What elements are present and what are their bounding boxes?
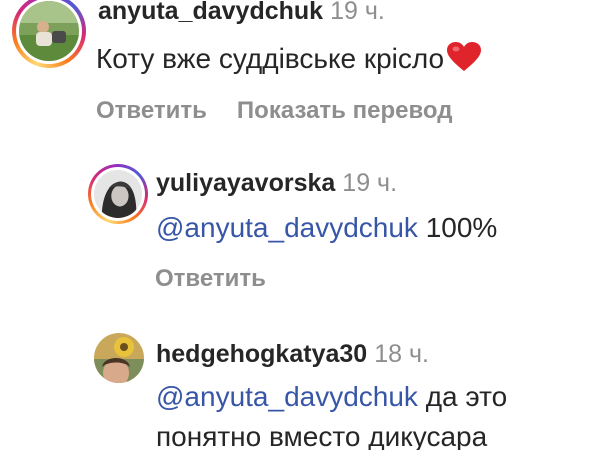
timestamp: 19 ч.: [330, 0, 385, 25]
comment-header: anyuta_davydchuk 19 ч.: [98, 0, 385, 26]
show-translation-button[interactable]: Показать перевод: [237, 97, 453, 124]
timestamp: 18 ч.: [374, 340, 429, 368]
avatar[interactable]: [88, 164, 148, 224]
comment-actions: Ответить Показать перевод: [96, 96, 452, 126]
comment-body: Коту вже суддівське крісло: [96, 43, 445, 74]
username[interactable]: anyuta_davydchuk: [98, 0, 323, 25]
mention-link[interactable]: @anyuta_davydchuk: [156, 381, 418, 412]
comment-header: hedgehogkatya30 18 ч.: [156, 339, 429, 369]
profile-photo: [94, 333, 144, 383]
timestamp: 19 ч.: [342, 169, 398, 197]
avatar[interactable]: [12, 0, 86, 68]
comment-text: @anyuta_davydchuk да это: [156, 380, 507, 414]
reply-button[interactable]: Ответить: [96, 97, 207, 124]
comment-text-line2: понятно вместо дикусара: [156, 420, 487, 450]
heart-emoji-icon: [447, 42, 482, 71]
reply-button[interactable]: Ответить: [155, 265, 266, 292]
profile-photo: [19, 1, 79, 61]
comment-text: Коту вже суддівське крісло: [96, 42, 482, 76]
avatar[interactable]: [94, 333, 144, 383]
comment-body: 100%: [425, 212, 498, 243]
comment-actions: Ответить: [155, 264, 266, 294]
comment-header: yuliyayavorska 19 ч.: [156, 168, 397, 198]
comments-screen: anyuta_davydchuk 19 ч. Коту вже суддівськ…: [0, 0, 600, 450]
profile-photo: [94, 170, 142, 218]
mention-link[interactable]: @anyuta_davydchuk: [156, 212, 418, 243]
comment-body-continued: понятно вместо дикусара: [156, 421, 488, 450]
comment-body: да это: [425, 381, 508, 412]
username[interactable]: hedgehogkatya30: [156, 340, 367, 368]
comment-text: @anyuta_davydchuk 100%: [156, 211, 497, 245]
username[interactable]: yuliyayavorska: [156, 169, 335, 197]
